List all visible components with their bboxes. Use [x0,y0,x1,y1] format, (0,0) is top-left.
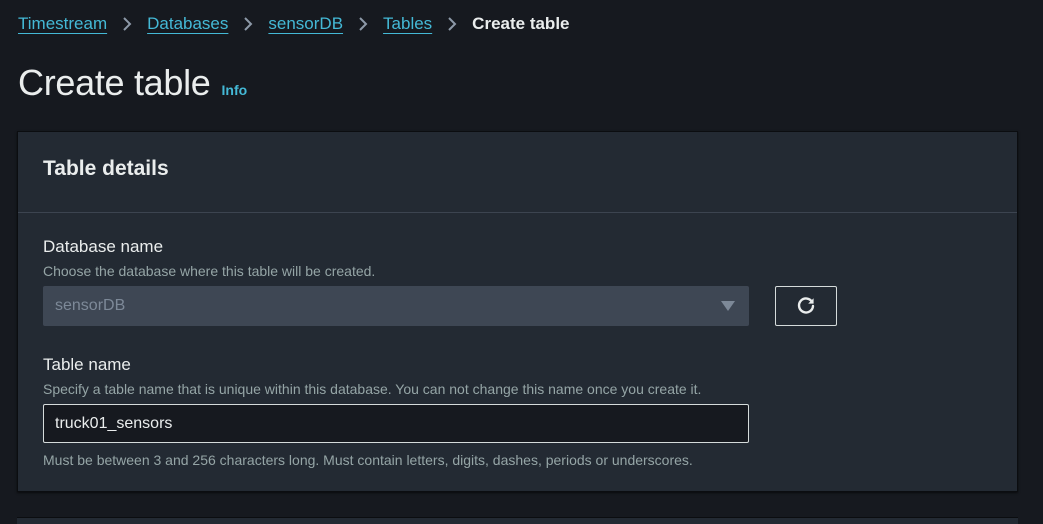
table-name-label: Table name [43,355,131,374]
breadcrumb: Timestream Databases sensorDB Tables Cre… [18,12,570,36]
chevron-right-icon [343,16,383,32]
info-link[interactable]: Info [222,82,248,98]
refresh-button[interactable] [775,286,837,326]
breadcrumb-sensordb-link[interactable]: sensorDB [268,14,343,34]
database-name-description: Choose the database where this table wil… [43,263,376,279]
database-name-select: sensorDB [43,286,749,326]
chevron-right-icon [228,16,268,32]
table-details-panel: Table details Database name Choose the d… [17,131,1018,492]
refresh-icon [797,297,815,314]
chevron-right-icon [432,16,472,32]
database-name-value: sensorDB [55,297,126,314]
page-title: Create table [18,62,211,103]
breadcrumb-databases-link[interactable]: Databases [147,14,228,34]
breadcrumb-tables-link[interactable]: Tables [383,14,432,34]
table-name-description: Specify a table name that is unique with… [43,381,702,397]
chevron-right-icon [107,16,147,32]
panel-title: Table details [43,157,169,180]
table-name-input[interactable] [43,404,749,443]
table-name-constraint: Must be between 3 and 256 characters lon… [43,452,693,468]
breadcrumb-current: Create table [472,14,570,33]
breadcrumb-timestream-link[interactable]: Timestream [18,14,107,34]
page-header: Create table Info [18,62,247,104]
database-name-label: Database name [43,237,164,256]
panel-header: Table details [18,132,1017,213]
caret-down-icon [721,301,735,311]
